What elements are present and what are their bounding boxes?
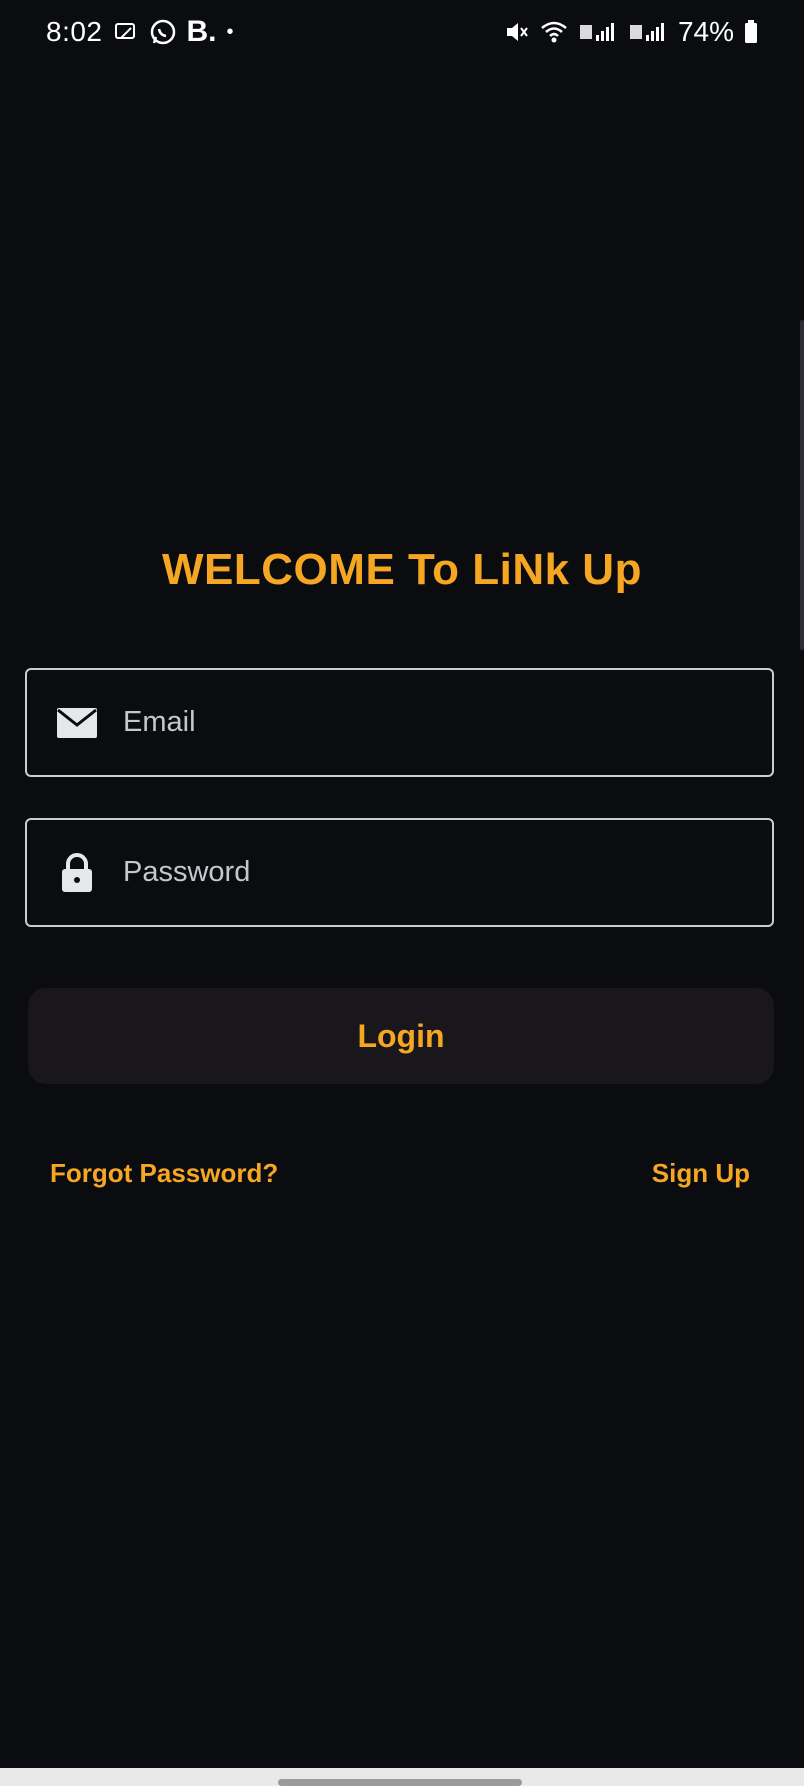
battery-icon bbox=[744, 19, 758, 45]
sign-up-link[interactable]: Sign Up bbox=[652, 1158, 750, 1189]
email-input[interactable] bbox=[123, 670, 772, 775]
carrier-letter: B. bbox=[186, 15, 217, 48]
forgot-password-link[interactable]: Forgot Password? bbox=[50, 1158, 278, 1189]
signal-2-icon bbox=[628, 19, 668, 45]
status-right: 74% bbox=[504, 16, 758, 48]
status-time: 8:02 bbox=[46, 16, 103, 47]
status-dot: • bbox=[226, 20, 234, 43]
lock-icon bbox=[55, 852, 99, 893]
password-field[interactable] bbox=[25, 818, 774, 927]
screenshot-notification-icon bbox=[113, 19, 139, 45]
battery-percent: 74% bbox=[677, 16, 734, 47]
login-screen: 8:02 B. • 74% WELCOME To LiNk Up Email L… bbox=[0, 0, 804, 1786]
navigation-bar bbox=[0, 1768, 804, 1786]
mute-icon bbox=[504, 19, 530, 45]
email-field[interactable] bbox=[25, 668, 774, 777]
signal-1-icon bbox=[578, 19, 618, 45]
home-indicator[interactable] bbox=[278, 1779, 522, 1786]
whatsapp-icon bbox=[149, 18, 177, 46]
login-button[interactable]: Login bbox=[28, 988, 774, 1084]
status-bar: 8:02 B. • 74% bbox=[0, 0, 804, 64]
envelope-icon bbox=[55, 707, 99, 739]
password-input[interactable] bbox=[123, 820, 772, 925]
wifi-icon bbox=[540, 19, 568, 45]
status-left: 8:02 B. • bbox=[46, 15, 234, 49]
scroll-indicator bbox=[800, 320, 804, 650]
page-title: WELCOME To LiNk Up bbox=[162, 545, 642, 594]
